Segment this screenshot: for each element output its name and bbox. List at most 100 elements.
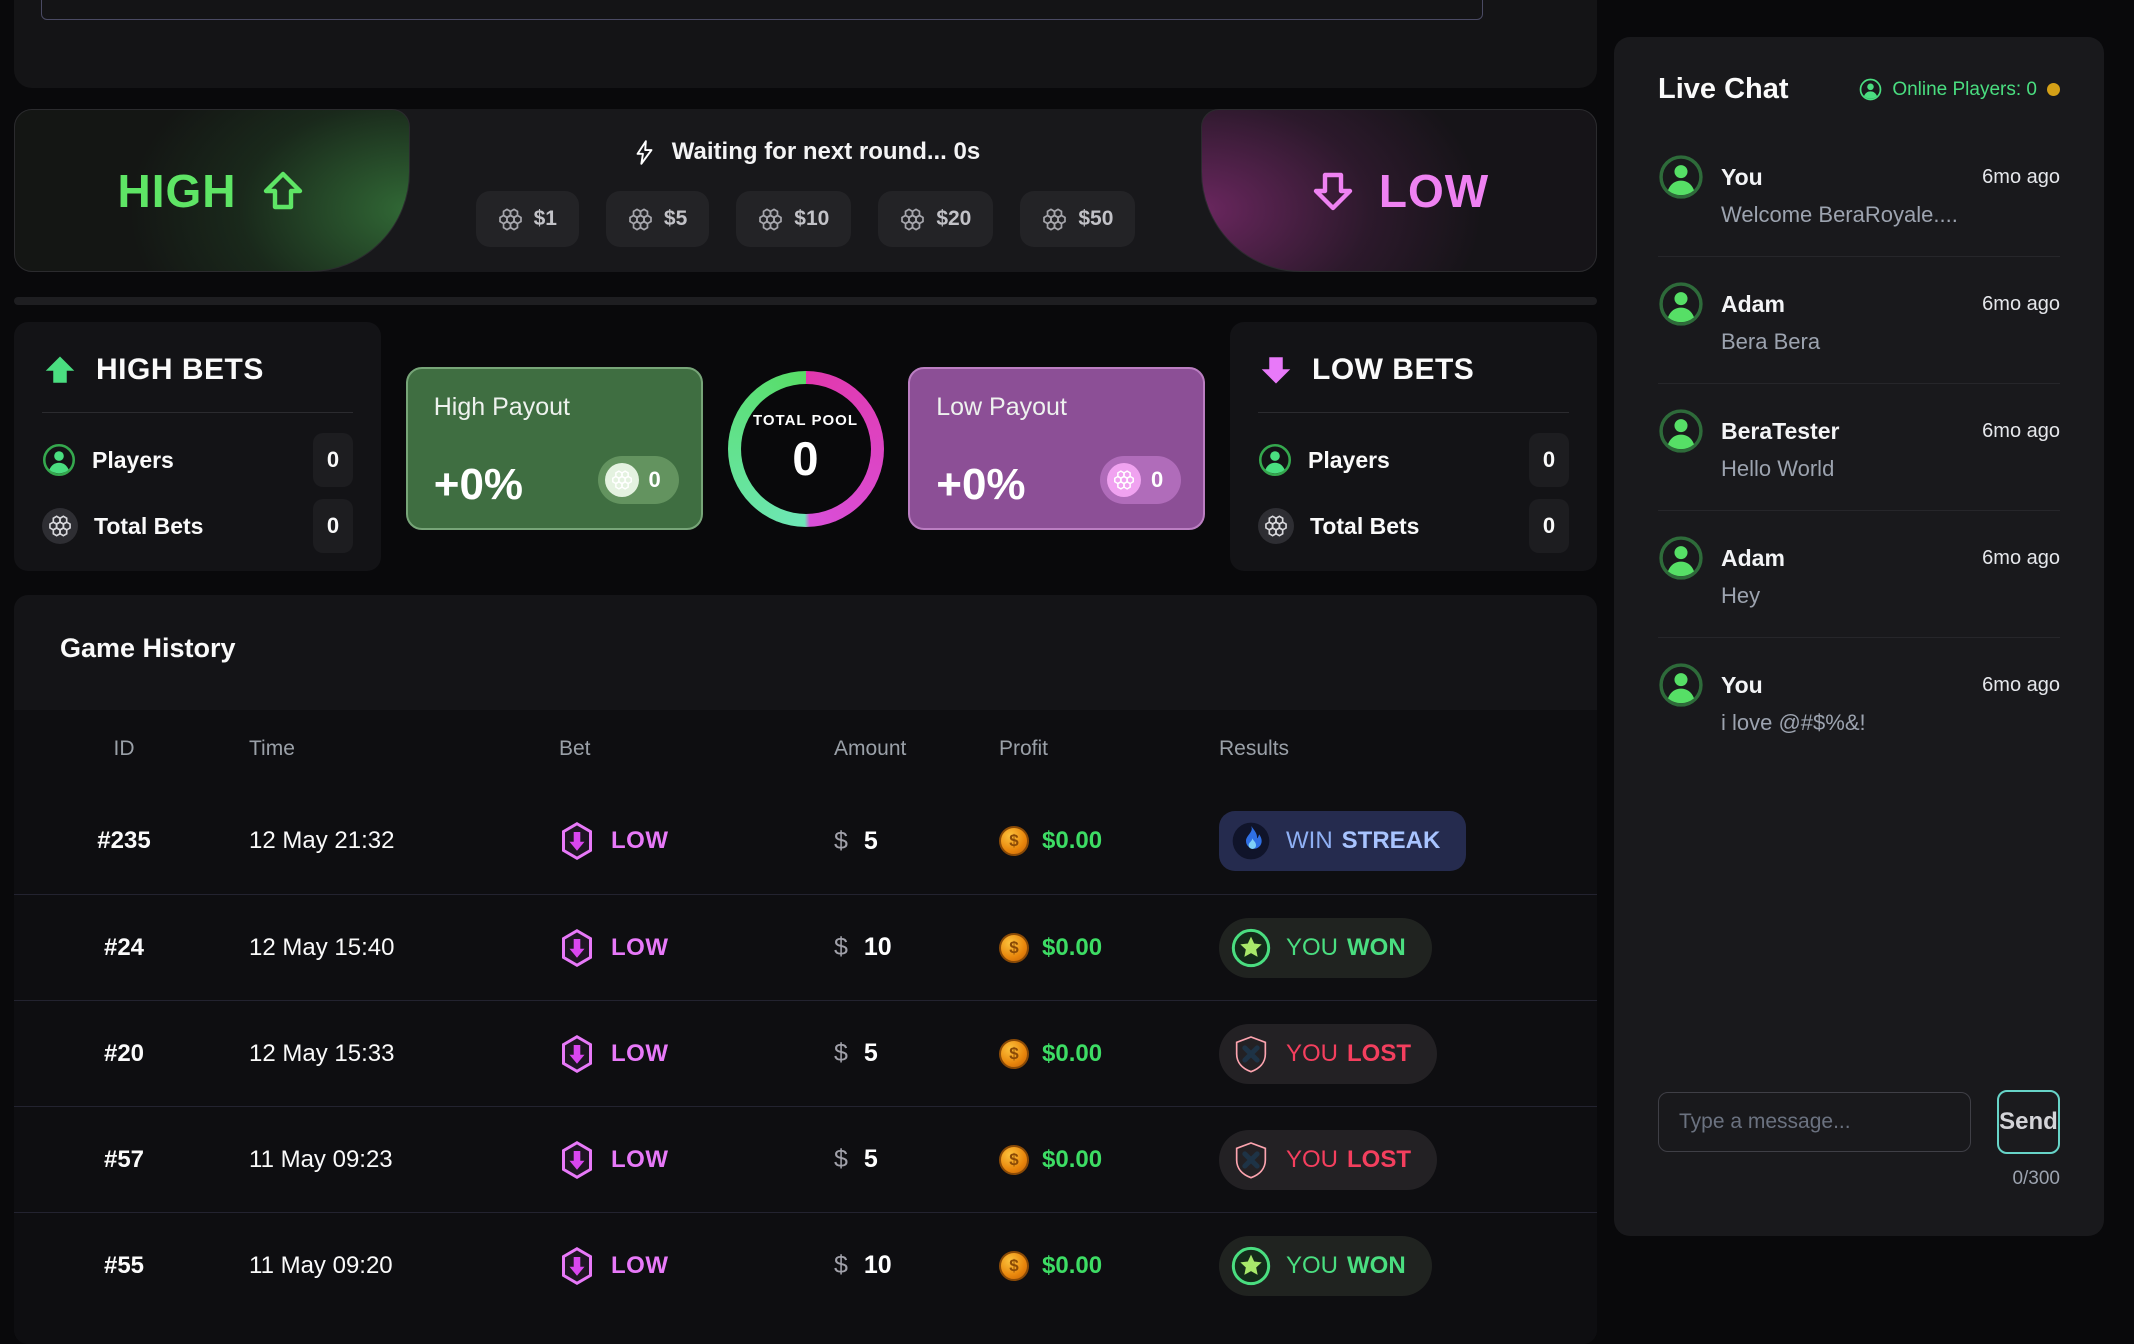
message-text: Hey bbox=[1721, 583, 2060, 609]
avatar bbox=[1658, 535, 1704, 581]
game-history-table: ID Time Bet Amount Profit Results #235 1… bbox=[14, 710, 1597, 1344]
low-button-label: LOW bbox=[1379, 164, 1489, 218]
row-id: #57 bbox=[39, 1146, 209, 1174]
player-icon bbox=[1859, 78, 1882, 101]
table-row: #55 11 May 09:20 LOW $ 10 $ $0.00 bbox=[14, 1212, 1597, 1318]
dollar-icon: $ bbox=[834, 1145, 848, 1174]
chip-label: $50 bbox=[1078, 207, 1113, 231]
message-author: You bbox=[1721, 662, 1982, 708]
win-streak-badge: WINSTREAK bbox=[1219, 811, 1466, 871]
chip-selector: $1 $5 $10 $20 $50 bbox=[476, 191, 1136, 247]
message-author: BeraTester bbox=[1721, 408, 1982, 454]
total-bets-label: Total Bets bbox=[94, 513, 313, 540]
row-time: 12 May 21:32 bbox=[209, 827, 519, 855]
high-payout-label: High Payout bbox=[434, 393, 677, 422]
honeycomb-icon bbox=[1107, 463, 1141, 497]
send-button[interactable]: Send bbox=[1997, 1090, 2060, 1154]
live-chat-panel: Live Chat Online Players: 0 You 6mo ago … bbox=[1614, 37, 2104, 1236]
round-status-text: Waiting for next round... 0s bbox=[672, 138, 980, 166]
row-amount: $ 10 bbox=[794, 933, 959, 962]
message-author: Adam bbox=[1721, 535, 1982, 581]
player-icon bbox=[1258, 443, 1292, 477]
message-author: Adam bbox=[1721, 281, 1982, 327]
message-time: 6mo ago bbox=[1982, 154, 2060, 200]
low-payout-label: Low Payout bbox=[936, 393, 1179, 422]
arrow-up-icon bbox=[259, 167, 307, 215]
row-id: #235 bbox=[39, 827, 209, 855]
dollar-icon: $ bbox=[834, 933, 848, 962]
low-bets-panel: LOW BETS Players 0 Total Bets 0 bbox=[1230, 322, 1597, 571]
row-results: YOULOST bbox=[1179, 1024, 1597, 1084]
divider bbox=[42, 412, 353, 413]
row-results: YOULOST bbox=[1179, 1130, 1597, 1190]
row-id: #55 bbox=[39, 1252, 209, 1280]
game-history-panel: Game History ID Time Bet Amount Profit R… bbox=[14, 595, 1597, 1344]
chip-label: $20 bbox=[936, 207, 971, 231]
chat-message: Adam 6mo ago Bera Bera bbox=[1658, 256, 2060, 383]
total-bets-stat: Total Bets 0 bbox=[1258, 499, 1569, 553]
chip-1-button[interactable]: $1 bbox=[476, 191, 579, 247]
message-text: i love @#$%&! bbox=[1721, 710, 2060, 736]
coin-icon: $ bbox=[999, 933, 1029, 963]
table-row: #57 11 May 09:23 LOW $ 5 $ $0.00 bbox=[14, 1106, 1597, 1212]
message-time: 6mo ago bbox=[1982, 535, 2060, 581]
chip-5-button[interactable]: $5 bbox=[606, 191, 709, 247]
low-payout-value: +0% bbox=[936, 460, 1025, 510]
high-payout-pool: 0 bbox=[649, 467, 661, 493]
message-time: 6mo ago bbox=[1982, 408, 2060, 454]
low-bets-title: LOW BETS bbox=[1312, 353, 1474, 387]
row-id: #20 bbox=[39, 1040, 209, 1068]
chat-header: Live Chat Online Players: 0 bbox=[1614, 37, 2104, 116]
dollar-icon: $ bbox=[834, 827, 848, 856]
row-profit: $ $0.00 bbox=[959, 826, 1179, 856]
total-pool-label: TOTAL POOL bbox=[753, 412, 858, 429]
chip-50-button[interactable]: $50 bbox=[1020, 191, 1135, 247]
players-label: Players bbox=[1308, 447, 1529, 474]
coin-icon: $ bbox=[999, 1039, 1029, 1069]
row-results: YOUWON bbox=[1179, 918, 1597, 978]
honeycomb-icon bbox=[42, 508, 78, 544]
row-bet: LOW bbox=[519, 1140, 794, 1180]
hexagon-down-icon bbox=[559, 1140, 595, 1180]
total-bets-stat: Total Bets 0 bbox=[42, 499, 353, 553]
high-button-label: HIGH bbox=[118, 164, 237, 218]
dollar-icon: $ bbox=[834, 1039, 848, 1068]
star-icon bbox=[1231, 928, 1271, 968]
message-text: Welcome BeraRoyale.... bbox=[1721, 202, 2060, 228]
high-payout-pill: 0 bbox=[598, 456, 679, 504]
low-button[interactable]: LOW bbox=[1201, 109, 1597, 272]
row-results: YOUWON bbox=[1179, 1236, 1597, 1296]
dollar-icon: $ bbox=[834, 1251, 848, 1280]
high-bets-panel: HIGH BETS Players 0 Total Bets 0 bbox=[14, 322, 381, 571]
high-button[interactable]: HIGH bbox=[14, 109, 410, 272]
coin-icon: $ bbox=[999, 826, 1029, 856]
game-history-title: Game History bbox=[14, 595, 1597, 664]
chat-message: You 6mo ago i love @#$%&! bbox=[1658, 637, 2060, 764]
message-text: Hello World bbox=[1721, 456, 2060, 482]
honeycomb-icon bbox=[900, 207, 925, 232]
row-profit: $ $0.00 bbox=[959, 933, 1179, 963]
chip-10-button[interactable]: $10 bbox=[736, 191, 851, 247]
row-bet: LOW bbox=[519, 1246, 794, 1286]
arrow-up-icon bbox=[42, 352, 78, 388]
honeycomb-icon bbox=[1042, 207, 1067, 232]
flame-icon bbox=[1231, 821, 1271, 861]
row-amount: $ 10 bbox=[794, 1251, 959, 1280]
coin-icon: $ bbox=[999, 1145, 1029, 1175]
col-time: Time bbox=[209, 737, 519, 761]
avatar bbox=[1658, 281, 1704, 327]
players-label: Players bbox=[92, 447, 313, 474]
main-column: HIGH Waiting for next round... 0s $1 $5 bbox=[14, 0, 1597, 1344]
player-icon bbox=[42, 443, 76, 477]
arrow-down-icon bbox=[1258, 352, 1294, 388]
chip-20-button[interactable]: $20 bbox=[878, 191, 993, 247]
table-row: #235 12 May 21:32 LOW $ 5 $ $0.00 bbox=[14, 788, 1597, 894]
shield-x-icon bbox=[1231, 1140, 1271, 1180]
star-icon bbox=[1231, 1246, 1271, 1286]
top-panel bbox=[14, 0, 1597, 88]
chat-message-input[interactable] bbox=[1658, 1092, 1971, 1152]
chat-input-row: Send bbox=[1614, 1090, 2104, 1154]
row-amount: $ 5 bbox=[794, 1145, 959, 1174]
hexagon-down-icon bbox=[559, 1246, 595, 1286]
row-id: #24 bbox=[39, 934, 209, 962]
